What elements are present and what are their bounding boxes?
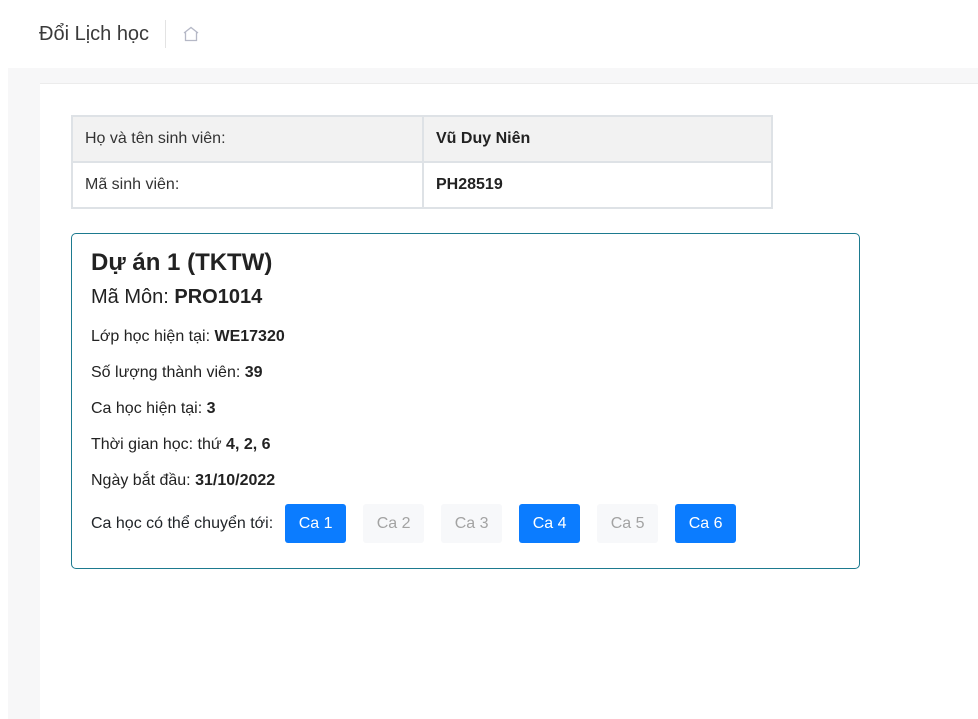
header-divider — [165, 20, 167, 48]
course-name: Dự án 1 (TKTW) — [91, 249, 273, 276]
student-name-label: Họ và tên sinh viên: — [71, 115, 424, 163]
shift-button-6[interactable]: Ca 6 — [675, 504, 737, 543]
student-info: Họ và tên sinh viên: Vũ Duy Niên Mã sinh… — [71, 115, 773, 209]
content-header-band — [40, 68, 978, 84]
shift-button-5[interactable]: Ca 5 — [597, 504, 659, 543]
shift-button-3[interactable]: Ca 3 — [441, 504, 503, 543]
home-icon[interactable] — [181, 24, 201, 44]
course-card: Dự án 1 (TKTW) Mã Môn: PRO1014 Lớp học h… — [71, 233, 860, 569]
table-row: Mã sinh viên: PH28519 — [71, 161, 773, 209]
current-shift-label: Ca học hiện tại: — [91, 400, 207, 417]
course-code-label: Mã Môn: — [91, 286, 175, 308]
course-code: Mã Môn: PRO1014 — [91, 284, 840, 310]
schedule-value: 4, 2, 6 — [226, 436, 271, 453]
student-name-value: Vũ Duy Niên — [422, 115, 773, 163]
schedule: Thời gian học: thứ 4, 2, 6 — [91, 434, 840, 456]
member-count-value: 39 — [244, 364, 263, 381]
start-date-label: Ngày bắt đầu: — [91, 472, 196, 489]
current-class-value: WE17320 — [214, 328, 285, 345]
current-shift-value: 3 — [206, 400, 216, 417]
sidebar-rail — [8, 68, 40, 719]
current-class: Lớp học hiện tại: WE17320 — [91, 326, 840, 348]
shift-options-label: Ca học có thể chuyển tới: — [91, 514, 274, 532]
student-info-table: Họ và tên sinh viên: Vũ Duy Niên Mã sinh… — [71, 115, 773, 209]
shift-options: Ca học có thể chuyển tới: Ca 1 Ca 2 Ca 3… — [91, 504, 840, 543]
course-code-value: PRO1014 — [174, 286, 263, 308]
start-date: Ngày bắt đầu: 31/10/2022 — [91, 470, 840, 492]
start-date-value: 31/10/2022 — [195, 472, 276, 489]
shift-button-2[interactable]: Ca 2 — [363, 504, 425, 543]
member-count: Số lượng thành viên: 39 — [91, 362, 840, 384]
current-class-label: Lớp học hiện tại: — [91, 328, 215, 345]
top-bar: Đổi Lịch học — [0, 0, 978, 68]
shift-button-4[interactable]: Ca 4 — [519, 504, 581, 543]
student-id-value: PH28519 — [422, 161, 773, 209]
page-title: Đổi Lịch học — [39, 22, 150, 45]
table-row: Họ và tên sinh viên: Vũ Duy Niên — [71, 115, 773, 163]
student-id-label: Mã sinh viên: — [71, 161, 424, 209]
schedule-label: Thời gian học: thứ — [91, 436, 227, 453]
member-count-label: Số lượng thành viên: — [91, 364, 245, 381]
current-shift: Ca học hiện tại: 3 — [91, 398, 840, 420]
shift-button-1[interactable]: Ca 1 — [285, 504, 347, 543]
